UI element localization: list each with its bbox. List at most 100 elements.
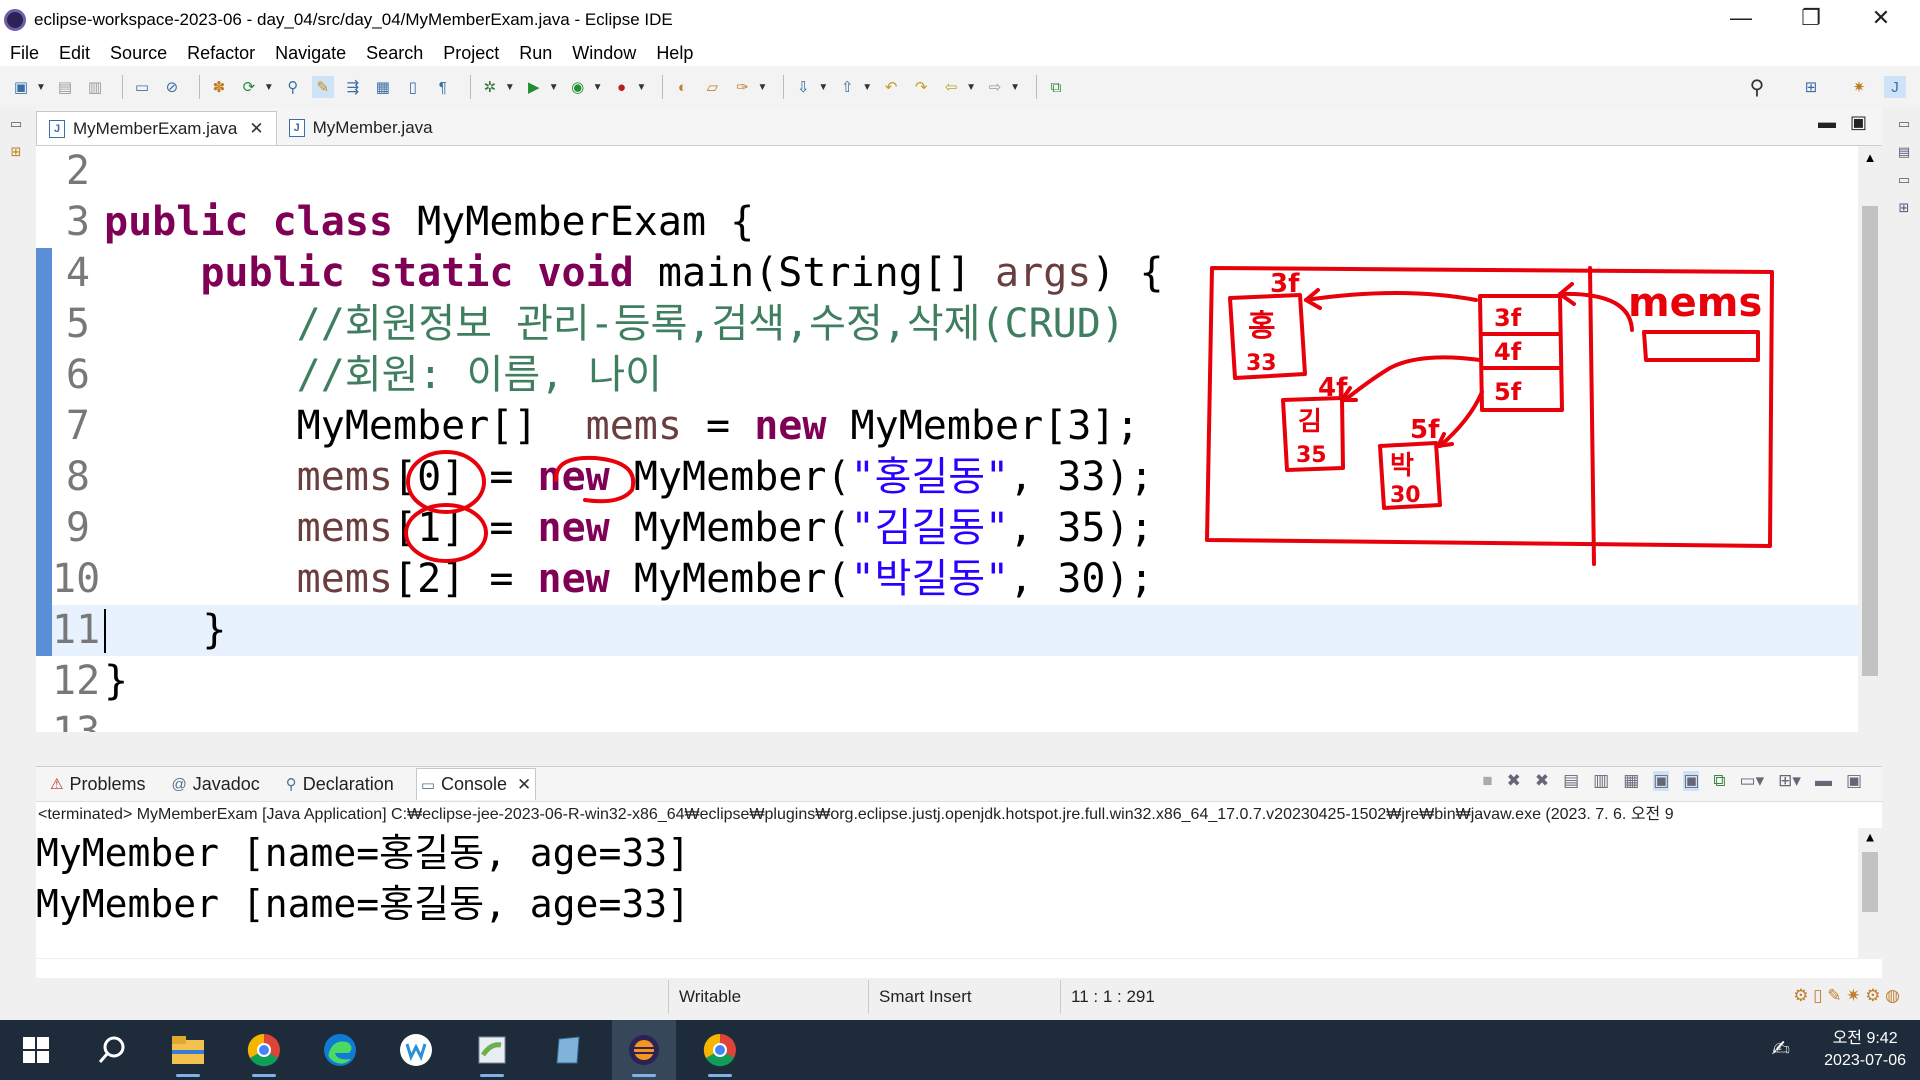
task-list-icon[interactable]: ⊞ [1894, 200, 1914, 220]
scrollbar-thumb[interactable] [1862, 852, 1878, 912]
prev-annotation-dropdown-icon[interactable]: ▼ [862, 82, 872, 93]
file-explorer-button[interactable] [156, 1020, 220, 1080]
outline-icon[interactable]: ▤ [1894, 144, 1914, 164]
eclipse-taskbar-button[interactable] [612, 1020, 676, 1080]
package-explorer-icon[interactable]: ⊞ [6, 144, 26, 164]
restore-view-icon[interactable]: ▭ [6, 116, 26, 136]
display-console-icon[interactable]: ▭▾ [1740, 771, 1765, 791]
link-icon[interactable]: ⇶ [342, 76, 364, 98]
back-dropdown-icon[interactable]: ▼ [966, 82, 976, 93]
new-server-icon[interactable]: ⟳ [238, 76, 260, 98]
menu-project[interactable]: Project [443, 43, 499, 64]
close-tab-icon[interactable]: ✕ [249, 119, 263, 139]
notepad-plus-button[interactable] [460, 1020, 524, 1080]
save-icon[interactable]: ▤ [54, 76, 76, 98]
forward-icon[interactable]: ⇨ [984, 76, 1006, 98]
debug-dropdown-icon[interactable]: ▼ [505, 82, 515, 93]
console-horizontal-scrollbar[interactable] [36, 958, 1882, 978]
open-type-icon[interactable]: ⚲ [282, 76, 304, 98]
remove-launch-icon[interactable]: ✖ [1507, 771, 1521, 791]
remove-all-icon[interactable]: ✖ [1535, 771, 1549, 791]
code-editor[interactable]: 2 3 public class MyMemberExam { 4 public … [36, 146, 1882, 732]
chrome-profile-button[interactable] [232, 1020, 296, 1080]
restore-outline-icon[interactable]: ▭ [1894, 116, 1914, 136]
restore-button[interactable]: ❐ [1776, 0, 1846, 36]
tab-javadoc[interactable]: @ Javadoc [167, 768, 263, 800]
clear-console-icon[interactable]: ▤ [1563, 771, 1579, 791]
system-clock[interactable]: 오전 9:42 2023-07-06 [1824, 1028, 1906, 1072]
next-annotation-dropdown-icon[interactable]: ▼ [818, 82, 828, 93]
new-dropdown-icon[interactable]: ▼ [36, 82, 46, 93]
tab-console[interactable]: ▭ Console ✕ [415, 768, 537, 800]
menu-source[interactable]: Source [110, 43, 167, 64]
pin-console-icon[interactable]: ⧉ [1713, 771, 1725, 791]
menu-run[interactable]: Run [519, 43, 552, 64]
tab-problems[interactable]: ⚠ Problems [46, 768, 149, 800]
maximize-editor-icon[interactable]: ▣ [1850, 112, 1867, 133]
last-edit-icon[interactable]: ↶ [880, 76, 902, 98]
console-vertical-scrollbar[interactable]: ▲ [1858, 828, 1882, 958]
editor-horizontal-scrollbar[interactable] [156, 712, 1856, 732]
prev-annotation-icon[interactable]: ⇧ [836, 76, 858, 98]
forward-dropdown-icon[interactable]: ▼ [1010, 82, 1020, 93]
chrome-button[interactable] [688, 1020, 752, 1080]
whale-browser-button[interactable] [384, 1020, 448, 1080]
menu-search[interactable]: Search [366, 43, 423, 64]
restore-task-icon[interactable]: ▭ [1894, 172, 1914, 192]
close-tab-icon[interactable]: ✕ [517, 775, 531, 795]
status-trim-icons[interactable]: ⚙ ▯ ✎ ✷ ⚙ ◍ [1793, 986, 1900, 1006]
show-whitespace-icon[interactable]: ▦ [372, 76, 394, 98]
terminal-icon[interactable]: ▭ [131, 76, 153, 98]
pin-editor-icon[interactable]: ⧉ [1045, 76, 1067, 98]
save-all-icon[interactable]: ▥ [84, 76, 106, 98]
scrollbar-thumb[interactable] [1862, 206, 1878, 676]
open-task-icon[interactable]: ◐ [671, 76, 693, 98]
mark-occurrences-icon[interactable]: ✎ [311, 76, 334, 98]
code-area[interactable]: 2 3 public class MyMemberExam { 4 public … [52, 146, 1882, 732]
run-icon[interactable]: ▶ [523, 76, 545, 98]
new-java-project-icon[interactable]: ✽ [208, 76, 230, 98]
notes-app-button[interactable] [536, 1020, 600, 1080]
next-annotation-icon[interactable]: ⇩ [792, 76, 814, 98]
tab-mymember[interactable]: J MyMember.java [277, 111, 445, 145]
new-icon[interactable]: ▣ [10, 76, 32, 98]
back-icon[interactable]: ⇦ [940, 76, 962, 98]
java-perspective-icon[interactable]: J [1884, 76, 1906, 98]
java-ee-perspective-icon[interactable]: ✷ [1848, 76, 1870, 98]
debug-icon[interactable]: ✲ [479, 76, 501, 98]
tab-mymemberexam[interactable]: J MyMemberExam.java ✕ [36, 111, 277, 145]
block-selection-icon[interactable]: ▯ [402, 76, 424, 98]
scroll-lock-icon[interactable]: ▥ [1593, 771, 1609, 791]
editor-vertical-scrollbar[interactable]: ▲ [1858, 146, 1882, 732]
minimize-editor-icon[interactable]: ▬ [1818, 112, 1836, 133]
minimize-button[interactable]: — [1706, 0, 1776, 36]
coverage-dropdown-icon[interactable]: ▼ [593, 82, 603, 93]
open-perspective-icon[interactable]: ⊞ [1800, 76, 1822, 98]
external-tools-icon[interactable]: ● [611, 76, 633, 98]
menu-refactor[interactable]: Refactor [187, 43, 255, 64]
terminate-icon[interactable]: ■ [1482, 771, 1492, 791]
scroll-up-icon[interactable]: ▲ [1858, 830, 1882, 845]
search-tool-icon[interactable]: ✑ [731, 76, 753, 98]
external-tools-dropdown-icon[interactable]: ▼ [637, 82, 647, 93]
search-dropdown-icon[interactable]: ▼ [757, 82, 767, 93]
scroll-up-icon[interactable]: ▲ [1858, 150, 1882, 165]
server-dropdown-icon[interactable]: ▼ [264, 82, 274, 93]
run-dropdown-icon[interactable]: ▼ [549, 82, 559, 93]
tab-declaration[interactable]: ⚲ Declaration [282, 768, 398, 800]
menu-file[interactable]: File [10, 43, 39, 64]
start-button[interactable] [4, 1020, 68, 1080]
open-console-icon[interactable]: ⊞▾ [1778, 771, 1801, 791]
word-wrap-icon[interactable]: ▦ [1623, 771, 1639, 791]
menu-window[interactable]: Window [572, 43, 636, 64]
coverage-icon[interactable]: ◉ [567, 76, 589, 98]
close-window-button[interactable]: ✕ [1846, 0, 1916, 36]
edge-button[interactable] [308, 1020, 372, 1080]
minimize-console-icon[interactable]: ▬ [1815, 771, 1832, 791]
menu-help[interactable]: Help [656, 43, 693, 64]
show-on-stderr-icon[interactable]: ▣ [1683, 771, 1700, 791]
paragraph-icon[interactable]: ¶ [432, 76, 454, 98]
open-folder-icon[interactable]: ▱ [701, 76, 723, 98]
maximize-console-icon[interactable]: ▣ [1846, 771, 1862, 791]
menu-edit[interactable]: Edit [59, 43, 90, 64]
